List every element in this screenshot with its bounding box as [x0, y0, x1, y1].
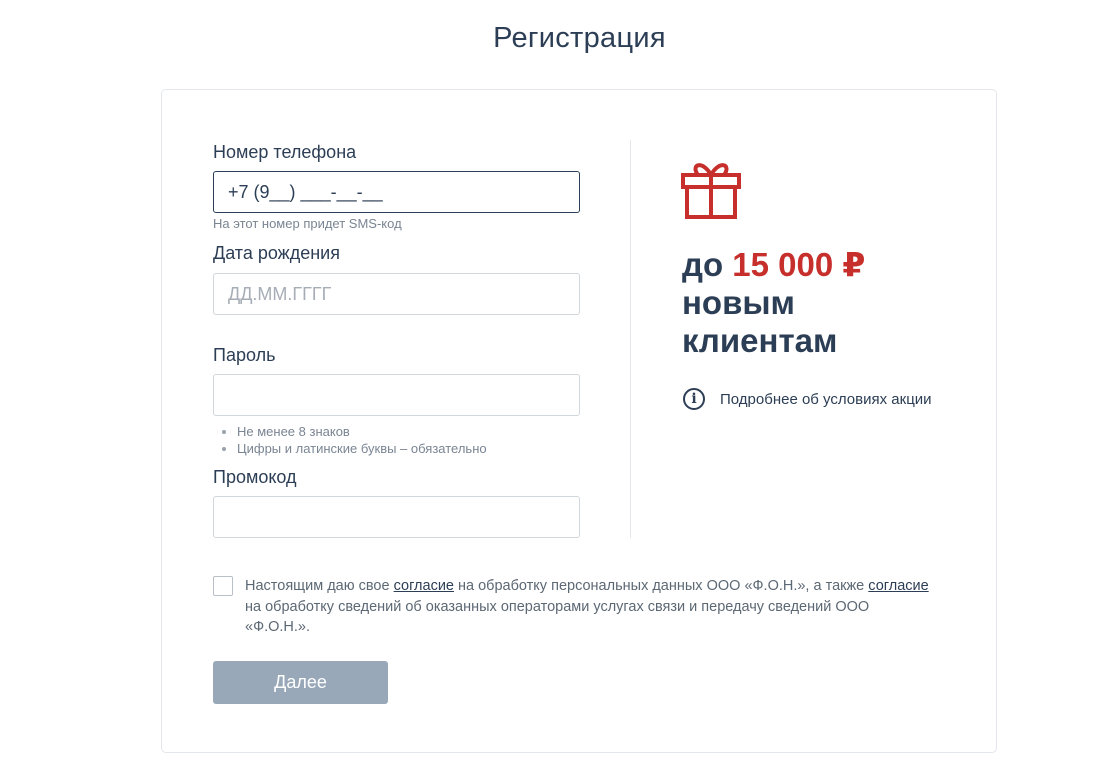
promo-text: до 15 000 ₽ новым клиентам	[682, 246, 865, 360]
password-rules: Не менее 8 знаков Цифры и латинские букв…	[224, 423, 487, 457]
consent-part-1: Настоящим даю свое	[245, 578, 390, 594]
consent-link-personal-data[interactable]: согласие	[394, 578, 454, 594]
consent-part-2: на обработку персональных данных ООО «Ф.…	[458, 578, 865, 594]
column-divider	[630, 140, 631, 538]
promo-details-text: Подробнее об условиях акции	[720, 390, 932, 408]
consent-link-telecom-data[interactable]: согласие	[868, 578, 928, 594]
birthdate-label: Дата рождения	[213, 243, 340, 263]
phone-hint: На этот номер придет SMS-код	[213, 216, 402, 231]
consent-checkbox[interactable]	[213, 576, 233, 596]
next-button[interactable]: Далее	[213, 661, 388, 704]
promo-amount: 15 000 ₽	[732, 246, 866, 283]
promo-prefix: до	[682, 246, 724, 283]
promo-details-link[interactable]: i Подробнее об условиях акции	[683, 388, 932, 410]
password-rule-length: Не менее 8 знаков	[237, 423, 487, 440]
promocode-label: Промокод	[213, 467, 297, 487]
promo-line-2: новым	[682, 284, 795, 321]
phone-input[interactable]	[213, 171, 580, 213]
promo-line-3: клиентам	[682, 322, 838, 359]
password-input[interactable]	[213, 374, 580, 416]
promocode-input[interactable]	[213, 496, 580, 538]
birthdate-input[interactable]	[213, 273, 580, 315]
gift-icon	[680, 158, 742, 225]
promo-line-1: до 15 000 ₽	[682, 246, 865, 284]
consent-part-3: на обработку сведений об оказанных опера…	[245, 598, 870, 636]
phone-label: Номер телефона	[213, 142, 357, 162]
consent-text: Настоящим даю свое согласие на обработку…	[245, 576, 935, 638]
password-label: Пароль	[213, 345, 276, 365]
page-title: Регистрация	[493, 22, 666, 54]
password-rule-chars: Цифры и латинские буквы – обязательно	[237, 440, 487, 457]
info-icon: i	[683, 388, 705, 410]
